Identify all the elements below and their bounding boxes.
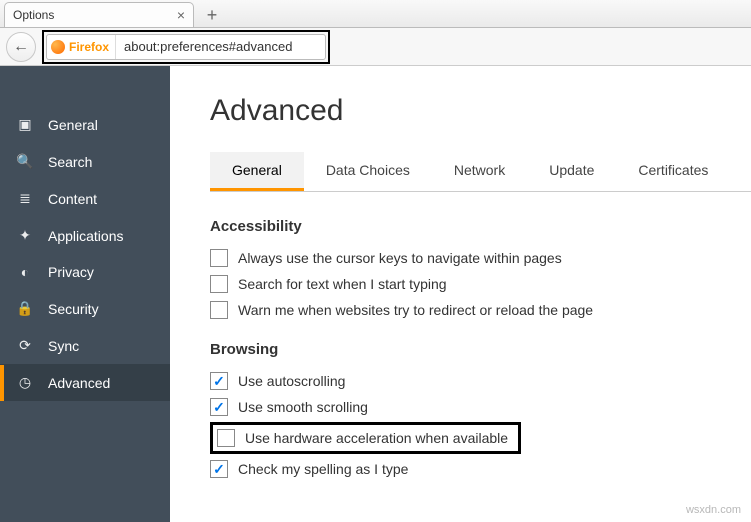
checkbox-autoscrolling[interactable] bbox=[210, 372, 228, 390]
sidebar-item-label: General bbox=[48, 117, 98, 133]
option-row: Always use the cursor keys to navigate w… bbox=[210, 245, 751, 271]
sub-tabs: General Data Choices Network Update Cert… bbox=[210, 152, 751, 192]
page-title: Advanced bbox=[210, 94, 751, 128]
nav-bar: ← Firefox about:preferences#advanced bbox=[0, 28, 751, 66]
rocket-icon: ✦ bbox=[16, 227, 34, 244]
option-label: Check my spelling as I type bbox=[238, 461, 408, 477]
sidebar-item-applications[interactable]: ✦ Applications bbox=[0, 217, 170, 254]
option-label: Use autoscrolling bbox=[238, 373, 345, 389]
checkbox-cursor-keys[interactable] bbox=[210, 249, 228, 267]
tab-general[interactable]: General bbox=[210, 152, 304, 191]
checkbox-spelling[interactable] bbox=[210, 460, 228, 478]
tab-title: Options bbox=[13, 8, 169, 22]
url-bar[interactable]: Firefox about:preferences#advanced bbox=[46, 34, 326, 60]
option-row: Check my spelling as I type bbox=[210, 456, 751, 482]
tab-data-choices[interactable]: Data Choices bbox=[304, 152, 432, 191]
accessibility-heading: Accessibility bbox=[210, 218, 751, 235]
option-label: Use smooth scrolling bbox=[238, 399, 368, 415]
checkbox-search-text[interactable] bbox=[210, 275, 228, 293]
monitor-icon: ▣ bbox=[16, 116, 34, 133]
lock-icon: 🔒 bbox=[16, 300, 34, 317]
sidebar-item-label: Advanced bbox=[48, 375, 110, 391]
back-button[interactable]: ← bbox=[6, 32, 36, 62]
mask-icon: ◐ bbox=[16, 264, 34, 280]
sidebar-item-search[interactable]: 🔍 Search bbox=[0, 143, 170, 180]
search-icon: 🔍 bbox=[16, 153, 34, 170]
option-label: Always use the cursor keys to navigate w… bbox=[238, 250, 562, 266]
sidebar-item-content[interactable]: ≣ Content bbox=[0, 180, 170, 217]
sidebar: ▣General 🔍Search ≣Content ✦Applications … bbox=[0, 66, 170, 522]
sidebar-item-label: Search bbox=[48, 154, 92, 170]
new-tab-button[interactable]: + bbox=[198, 3, 226, 27]
tab-strip: Options × + bbox=[0, 0, 751, 28]
sync-icon: ⟳ bbox=[16, 337, 34, 354]
url-highlight-box: Firefox about:preferences#advanced bbox=[42, 30, 330, 64]
sidebar-item-label: Applications bbox=[48, 228, 124, 244]
sidebar-item-label: Sync bbox=[48, 338, 79, 354]
browsing-heading: Browsing bbox=[210, 341, 751, 358]
tab-certificates[interactable]: Certificates bbox=[616, 152, 730, 191]
option-row: Use smooth scrolling bbox=[210, 394, 751, 420]
sidebar-item-advanced[interactable]: ◷ Advanced bbox=[0, 364, 170, 401]
sidebar-item-privacy[interactable]: ◐ Privacy bbox=[0, 254, 170, 290]
checkbox-smooth-scrolling[interactable] bbox=[210, 398, 228, 416]
url-text: about:preferences#advanced bbox=[116, 39, 300, 54]
option-row: Warn me when websites try to redirect or… bbox=[210, 297, 751, 323]
tab-network[interactable]: Network bbox=[432, 152, 527, 191]
option-label: Use hardware acceleration when available bbox=[245, 430, 508, 446]
sidebar-item-general[interactable]: ▣ General bbox=[0, 106, 170, 143]
option-row: Use autoscrolling bbox=[210, 368, 751, 394]
main-panel: Advanced General Data Choices Network Up… bbox=[170, 66, 751, 522]
option-row: Search for text when I start typing bbox=[210, 271, 751, 297]
option-label: Warn me when websites try to redirect or… bbox=[238, 302, 593, 318]
close-icon[interactable]: × bbox=[177, 7, 185, 23]
sidebar-item-label: Content bbox=[48, 191, 97, 207]
firefox-badge: Firefox bbox=[47, 35, 116, 59]
checkbox-hardware-accel[interactable] bbox=[217, 429, 235, 447]
sidebar-item-label: Privacy bbox=[48, 264, 94, 280]
sidebar-item-sync[interactable]: ⟳ Sync bbox=[0, 327, 170, 364]
browser-tab[interactable]: Options × bbox=[4, 2, 194, 27]
tab-update[interactable]: Update bbox=[527, 152, 616, 191]
option-row-highlighted: Use hardware acceleration when available bbox=[210, 420, 751, 456]
option-label: Search for text when I start typing bbox=[238, 276, 447, 292]
gauge-icon: ◷ bbox=[16, 374, 34, 391]
document-icon: ≣ bbox=[16, 190, 34, 207]
highlight-box: Use hardware acceleration when available bbox=[210, 422, 521, 454]
checkbox-warn-redirect[interactable] bbox=[210, 301, 228, 319]
arrow-left-icon: ← bbox=[13, 38, 29, 56]
watermark: wsxdn.com bbox=[686, 504, 741, 516]
sidebar-item-security[interactable]: 🔒 Security bbox=[0, 290, 170, 327]
sidebar-item-label: Security bbox=[48, 301, 99, 317]
